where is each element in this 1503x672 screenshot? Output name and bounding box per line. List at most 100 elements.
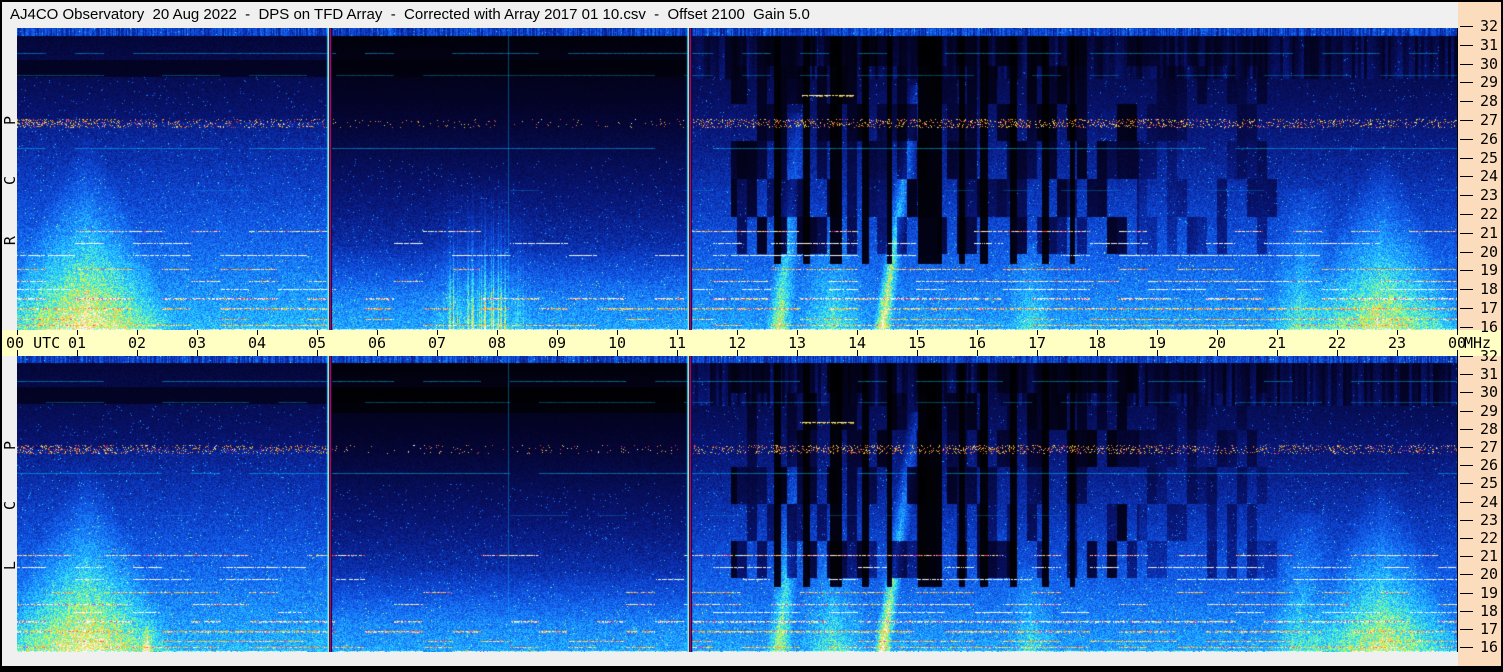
freq-tick-label: 28: [1479, 92, 1498, 110]
lcp-spectrogram: [17, 356, 1457, 652]
lcp-polarization-label: L C P: [0, 420, 19, 571]
freq-tick-label: 26: [1479, 456, 1498, 474]
time-tick-label: 08: [487, 334, 507, 352]
freq-tick-label: 24: [1479, 167, 1498, 185]
frequency-axis-lower: 32 31 30 29 28 27 26 25 24 23 22 21 20 19 18 17 16: [1458, 348, 1501, 666]
time-tick-label: 15: [907, 334, 927, 352]
freq-tick-label: 26: [1479, 130, 1498, 148]
time-tick-label: 00: [1447, 334, 1467, 352]
time-tick-label: 04: [247, 334, 267, 352]
freq-tick: [1460, 270, 1473, 271]
freq-tick-label: 23: [1479, 511, 1498, 529]
freq-tick: [1460, 483, 1473, 484]
time-tick-label: 09: [547, 334, 567, 352]
rcp-axis-column: R C P: [1, 28, 19, 330]
freq-tick-label: 31: [1479, 365, 1498, 383]
time-tick-label: 22: [1327, 334, 1347, 352]
time-tick-label: 20: [1207, 334, 1227, 352]
freq-tick: [1460, 120, 1473, 121]
freq-tick: [1460, 158, 1473, 159]
freq-tick: [1460, 411, 1473, 412]
time-tick-label: 23: [1387, 334, 1407, 352]
freq-tick: [1460, 520, 1473, 521]
freq-tick: [1460, 374, 1473, 375]
freq-tick-label: 22: [1479, 529, 1498, 547]
freq-tick-label: 25: [1479, 149, 1498, 167]
freq-tick: [1460, 233, 1473, 234]
freq-tick: [1460, 195, 1473, 196]
freq-tick-label: 25: [1479, 474, 1498, 492]
freq-tick: [1460, 556, 1473, 557]
rcp-spectrogram: [17, 28, 1457, 330]
freq-tick: [1460, 465, 1473, 466]
freq-tick-label: 20: [1479, 565, 1498, 583]
time-tick-label: 07: [427, 334, 447, 352]
freq-tick-label: 21: [1479, 547, 1498, 565]
freq-tick: [1460, 176, 1473, 177]
freq-tick: [1460, 629, 1473, 630]
freq-tick: [1460, 289, 1473, 290]
freq-tick: [1460, 593, 1473, 594]
bottom-strip: [2, 652, 1458, 666]
time-tick-label: 19: [1147, 334, 1167, 352]
time-tick-label: 02: [127, 334, 147, 352]
time-tick-label: 21: [1267, 334, 1287, 352]
time-tick-label: 03: [187, 334, 207, 352]
freq-tick: [1460, 611, 1473, 612]
freq-tick: [1460, 538, 1473, 539]
freq-tick: [1460, 502, 1473, 503]
window-title: AJ4CO Observatory 20 Aug 2022 - DPS on T…: [10, 6, 810, 23]
freq-tick: [1460, 447, 1473, 448]
lcp-axis-column: L C P: [0, 356, 19, 652]
freq-tick: [1460, 252, 1473, 253]
freq-tick-label: 22: [1479, 205, 1498, 223]
freq-tick-label: 27: [1479, 438, 1498, 456]
freq-tick-label: 21: [1479, 224, 1498, 242]
freq-tick-label: 18: [1479, 280, 1498, 298]
freq-tick-label: 27: [1479, 111, 1498, 129]
time-tick-label: 06: [367, 334, 387, 352]
freq-tick: [1460, 101, 1473, 102]
freq-tick: [1460, 308, 1473, 309]
time-tick-label: 16: [967, 334, 987, 352]
freq-tick-label: 30: [1479, 55, 1498, 73]
freq-tick: [1460, 26, 1473, 27]
title-bar: AJ4CO Observatory 20 Aug 2022 - DPS on T…: [2, 2, 1458, 28]
freq-tick: [1460, 327, 1473, 328]
freq-tick-label: 32: [1479, 17, 1498, 35]
freq-tick-label: 23: [1479, 186, 1498, 204]
freq-tick-label: 16: [1479, 318, 1498, 336]
freq-tick: [1460, 574, 1473, 575]
time-tick-label: 17: [1027, 334, 1047, 352]
freq-tick-label: 17: [1479, 299, 1498, 317]
freq-tick: [1460, 214, 1473, 215]
time-tick-label: 01: [67, 334, 87, 352]
freq-tick: [1460, 647, 1473, 648]
freq-tick-label: 28: [1479, 420, 1498, 438]
time-axis: MHz 00 UTC 01 02 03 04 05 06 07 08 09 10 11 12 13 14 15…: [2, 330, 1501, 356]
freq-tick-label: 18: [1479, 602, 1498, 620]
freq-tick: [1460, 64, 1473, 65]
freq-tick: [1460, 139, 1473, 140]
freq-tick-label: 31: [1479, 36, 1498, 54]
freq-tick-label: 20: [1479, 243, 1498, 261]
freq-tick: [1460, 392, 1473, 393]
freq-tick-label: 30: [1479, 383, 1498, 401]
freq-tick: [1460, 356, 1473, 357]
freq-tick-label: 24: [1479, 493, 1498, 511]
time-tick-label: 00 UTC: [6, 334, 61, 352]
freq-tick-label: 19: [1479, 584, 1498, 602]
freq-tick-label: 29: [1479, 73, 1498, 91]
freq-tick: [1460, 429, 1473, 430]
time-tick-label: 10: [607, 334, 627, 352]
freq-tick-label: 32: [1479, 347, 1498, 365]
freq-tick: [1460, 45, 1473, 46]
time-tick-label: 05: [307, 334, 327, 352]
freq-tick-label: 16: [1479, 638, 1498, 656]
time-tick-label: 11: [667, 334, 687, 352]
time-tick-label: 14: [847, 334, 867, 352]
freq-tick: [1460, 82, 1473, 83]
time-tick-label: 13: [787, 334, 807, 352]
freq-tick-label: 19: [1479, 261, 1498, 279]
freq-tick-label: 17: [1479, 620, 1498, 638]
